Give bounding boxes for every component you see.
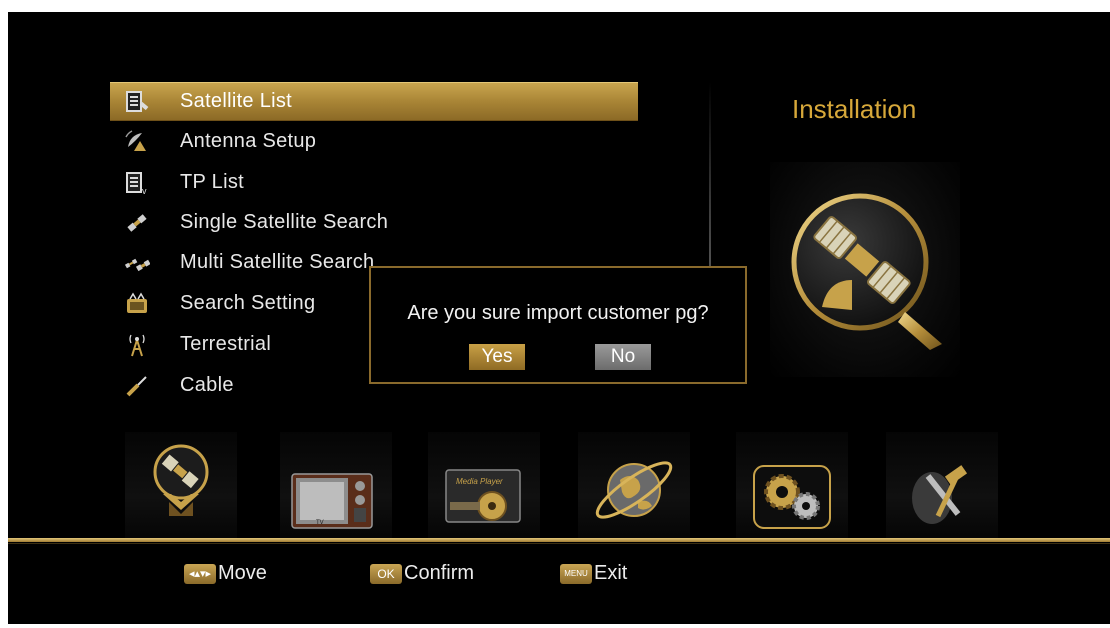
yes-button[interactable]: Yes — [469, 344, 525, 370]
menu-item-tp-list[interactable]: v TP List — [110, 164, 638, 201]
menu-item-label: Multi Satellite Search — [180, 251, 375, 273]
media-player-icon: Media Player — [445, 469, 521, 523]
cable-connector-icon — [124, 373, 150, 399]
dialog-message: Are you sure import customer pg? — [407, 302, 709, 324]
single-satellite-icon — [124, 210, 150, 236]
satellite-installation-icon — [791, 193, 942, 350]
confirm-dialog: Are you sure import customer pg? Yes No — [369, 266, 747, 384]
search-setting-icon — [124, 291, 150, 317]
arrow-keys-icon: ◂▴▾▸ — [184, 563, 216, 584]
tv-label: TV — [316, 520, 324, 526]
tp-list-icon: v — [124, 170, 150, 196]
antenna-dish-icon — [124, 129, 150, 155]
hint-exit-label: Exit — [594, 562, 628, 584]
no-button[interactable]: No — [595, 344, 651, 370]
category-channel[interactable]: TV — [280, 432, 392, 540]
bottom-separator-shadow — [8, 543, 1110, 544]
gears-category-icon — [753, 465, 831, 529]
menu-item-label: Terrestrial — [180, 333, 272, 355]
ok-key-icon: OK — [370, 563, 402, 584]
menu-item-label: Search Setting — [180, 292, 316, 314]
stb-screen: Satellite List Antenna Setup v TP List S… — [8, 12, 1110, 624]
panel-icon-area — [770, 162, 960, 377]
bottom-separator — [8, 538, 1110, 542]
category-installation[interactable] — [125, 432, 237, 540]
category-tools[interactable] — [886, 432, 998, 540]
category-media[interactable]: Media Player — [428, 432, 540, 540]
category-system[interactable] — [736, 432, 848, 540]
tv-category-icon: TV — [291, 473, 373, 529]
menu-item-satellite-list[interactable]: Satellite List — [110, 82, 638, 121]
terrestrial-tower-icon — [124, 332, 150, 358]
menu-item-single-satellite-search[interactable]: Single Satellite Search — [110, 204, 638, 241]
globe-category-icon — [595, 461, 673, 519]
category-network[interactable] — [578, 432, 690, 540]
menu-item-label: Cable — [180, 374, 234, 396]
hint-exit: MENU Exit — [560, 562, 627, 585]
svg-text:v: v — [142, 186, 147, 196]
hint-confirm-label: Confirm — [404, 562, 475, 584]
hint-confirm: OK Confirm — [370, 562, 474, 585]
menu-key-icon: MENU — [560, 563, 592, 584]
menu-item-label: Satellite List — [180, 90, 293, 112]
menu-item-label: TP List — [180, 171, 244, 193]
hint-move: ◂▴▾▸ Move — [184, 562, 267, 585]
menu-item-label: Antenna Setup — [180, 130, 317, 152]
multi-satellite-icon — [124, 250, 150, 276]
menu-item-label: Single Satellite Search — [180, 211, 389, 233]
panel-title: Installation — [792, 94, 917, 124]
hint-move-label: Move — [218, 562, 267, 584]
tools-category-icon — [912, 465, 968, 524]
media-player-label: Media Player — [456, 477, 503, 486]
menu-item-antenna-setup[interactable]: Antenna Setup — [110, 123, 638, 160]
satellite-list-icon — [124, 89, 150, 115]
satellite-category-icon — [153, 444, 209, 516]
